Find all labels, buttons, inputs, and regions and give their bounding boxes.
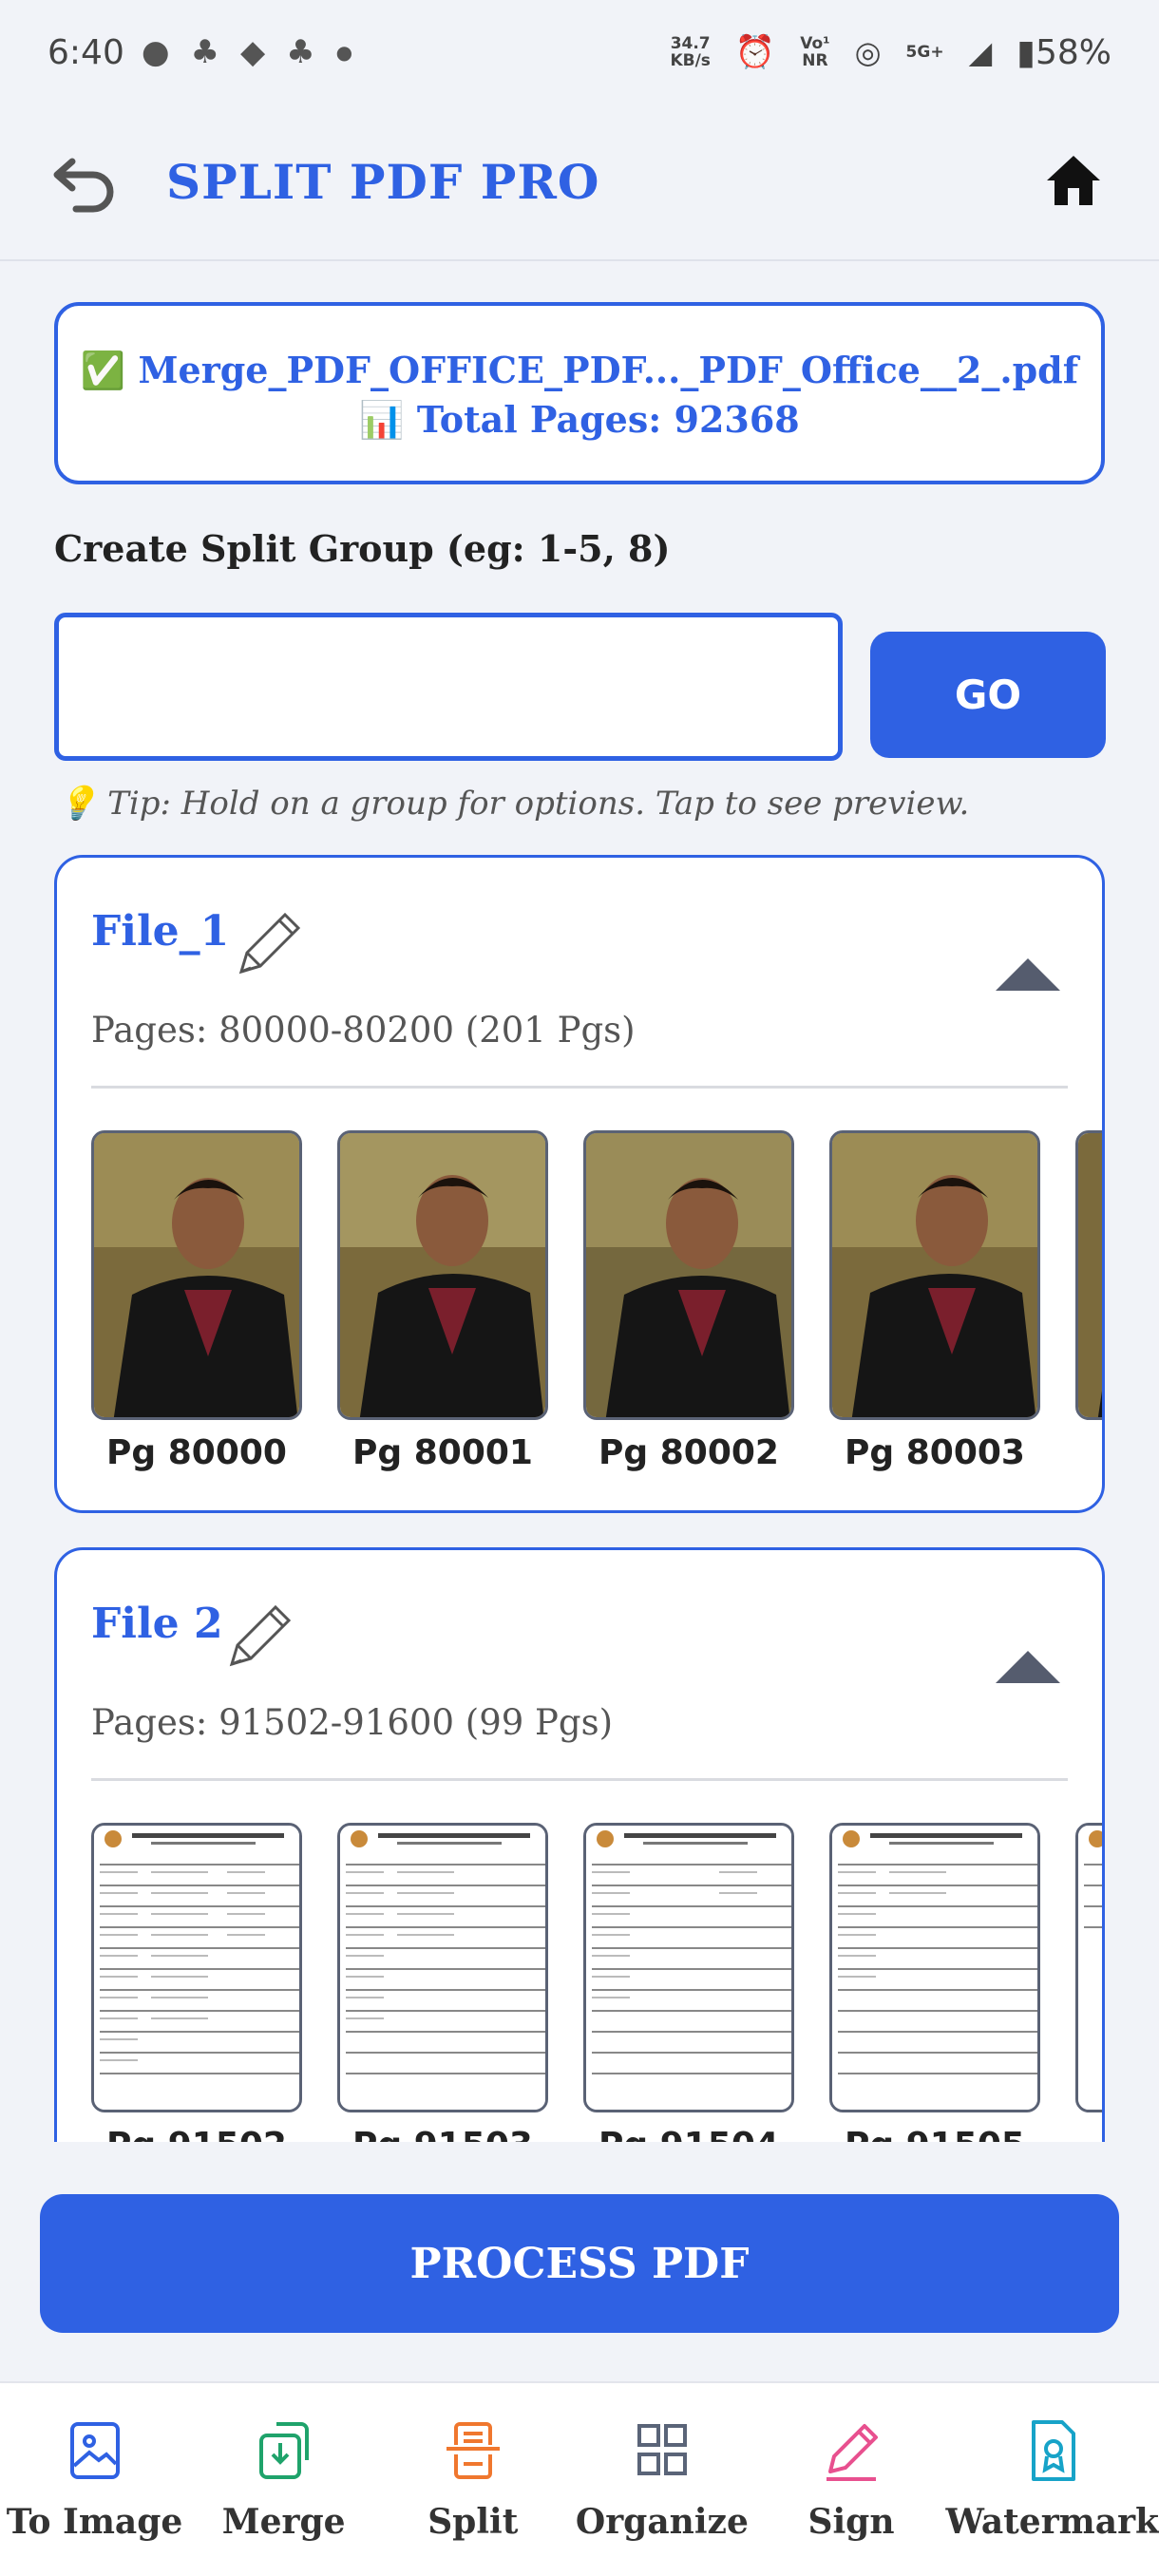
photo-thumbnail bbox=[1075, 1130, 1102, 1420]
status-time: 6:40 bbox=[48, 32, 124, 72]
split-range-input[interactable] bbox=[54, 613, 843, 761]
thumbnail-label: Pg 80003 bbox=[845, 1433, 1025, 1472]
network-type: 5G+ bbox=[905, 43, 944, 62]
document-thumbnail bbox=[829, 1823, 1040, 2112]
file-name: ✅ Merge_PDF_OFFICE_PDF..._PDF_Office__2_… bbox=[80, 349, 1079, 391]
watermark-icon bbox=[1031, 2420, 1075, 2481]
page-thumbnail[interactable]: Pg 80001 bbox=[337, 1130, 548, 1472]
collapse-caret-icon[interactable] bbox=[990, 953, 1066, 994]
group-name: File 2 bbox=[91, 1600, 223, 1648]
photo-thumbnail bbox=[337, 1130, 548, 1420]
nav-item-organize[interactable]: Organize bbox=[567, 2383, 756, 2576]
go-button[interactable]: GO bbox=[870, 632, 1106, 758]
nav-label: Split bbox=[428, 2502, 519, 2542]
group-name: File_1 bbox=[91, 907, 230, 956]
pencil-icon[interactable] bbox=[228, 905, 308, 985]
home-icon[interactable] bbox=[1043, 150, 1104, 211]
image-icon bbox=[69, 2422, 120, 2479]
group-pages: Pages: 91502-91600 (99 Pgs) bbox=[91, 1702, 614, 1743]
document-thumbnail bbox=[1075, 1823, 1102, 2112]
chat-icon: ◆ bbox=[240, 33, 266, 71]
network-speed: 34.7 KB/s bbox=[670, 35, 710, 69]
photo-thumbnail bbox=[829, 1130, 1040, 1420]
page-thumbnail[interactable]: Pg 91503 bbox=[337, 1823, 548, 2165]
thumbnail-label: Pg 80000 bbox=[106, 1433, 287, 1472]
alarm-icon: ⏰ bbox=[734, 33, 776, 71]
speed-value: 34.7 bbox=[670, 34, 711, 53]
split-group-label: Create Split Group (eg: 1-5, 8) bbox=[54, 527, 671, 570]
page-thumbnail-partial[interactable] bbox=[1075, 1130, 1102, 1472]
collapse-caret-icon[interactable] bbox=[990, 1645, 1066, 1687]
divider bbox=[91, 1778, 1068, 1781]
dot-icon: ● bbox=[335, 41, 353, 64]
speed-unit: KB/s bbox=[670, 51, 711, 70]
status-bar: 6:40 ● ♣ ◆ ♣ ● 34.7 KB/s ⏰ Vo¹ NR ◎ 5G+ ◢ … bbox=[0, 0, 1159, 104]
nav-label: Merge bbox=[221, 2502, 346, 2542]
nav-item-to-image[interactable]: To Image bbox=[0, 2383, 189, 2576]
page-thumbnail[interactable]: Pg 80000 bbox=[91, 1130, 302, 1472]
document-thumbnail bbox=[583, 1823, 794, 2112]
page-thumbnail-partial[interactable] bbox=[1075, 1823, 1102, 2165]
grid-icon bbox=[636, 2424, 687, 2475]
nav-label: Organize bbox=[575, 2502, 749, 2542]
bottom-navigation: To Image Merge Split Organize Sign Water… bbox=[0, 2381, 1159, 2576]
volte-bottom: NR bbox=[802, 51, 828, 70]
signal-icon: ◢ bbox=[968, 34, 993, 70]
photo-thumbnail bbox=[91, 1130, 302, 1420]
tip-text: 💡 Tip: Hold on a group for options. Tap … bbox=[57, 785, 970, 823]
app-bar: SPLIT PDF PRO bbox=[0, 104, 1159, 261]
snapchat-icon-2: ♣ bbox=[286, 33, 315, 71]
app-title: SPLIT PDF PRO bbox=[166, 154, 600, 210]
thumbnail-label: Pg 80001 bbox=[352, 1433, 533, 1472]
split-group-card[interactable]: File_1 Pages: 80000-80200 (201 Pgs) Pg 8… bbox=[54, 855, 1105, 1513]
total-pages: 📊 Total Pages: 92368 bbox=[359, 398, 800, 441]
nav-label: Sign bbox=[808, 2502, 895, 2542]
divider bbox=[91, 1086, 1068, 1089]
nav-item-split[interactable]: Split bbox=[378, 2383, 567, 2576]
battery-indicator: ▮58% bbox=[1016, 32, 1112, 72]
thumbnail-strip[interactable]: Pg 80000 Pg 80001 Pg 80002 Pg 80003 bbox=[91, 1130, 1102, 1472]
merge-icon bbox=[258, 2422, 309, 2479]
document-thumbnail bbox=[91, 1823, 302, 2112]
thumbnail-label: Pg 80002 bbox=[598, 1433, 779, 1472]
nav-label: To Image bbox=[6, 2502, 183, 2542]
split-icon bbox=[446, 2422, 500, 2479]
page-thumbnail[interactable]: Pg 80002 bbox=[583, 1130, 794, 1472]
document-thumbnail bbox=[337, 1823, 548, 2112]
file-info-box: ✅ Merge_PDF_OFFICE_PDF..._PDF_Office__2_… bbox=[54, 302, 1105, 484]
back-arrow-icon[interactable] bbox=[49, 152, 118, 213]
photo-thumbnail bbox=[583, 1130, 794, 1420]
nav-item-merge[interactable]: Merge bbox=[189, 2383, 378, 2576]
nav-item-watermark[interactable]: Watermark bbox=[946, 2383, 1159, 2576]
page-thumbnail[interactable]: Pg 91505 bbox=[829, 1823, 1040, 2165]
snapchat-icon: ♣ bbox=[190, 33, 219, 71]
facebook-icon: ● bbox=[141, 33, 170, 71]
nav-item-sign[interactable]: Sign bbox=[756, 2383, 945, 2576]
volte-top: Vo¹ bbox=[800, 34, 830, 53]
hotspot-icon: ◎ bbox=[854, 34, 882, 70]
group-pages: Pages: 80000-80200 (201 Pgs) bbox=[91, 1010, 636, 1051]
page-thumbnail[interactable]: Pg 91502 bbox=[91, 1823, 302, 2165]
page-thumbnail[interactable]: Pg 80003 bbox=[829, 1130, 1040, 1472]
process-pdf-button[interactable]: PROCESS PDF bbox=[40, 2194, 1119, 2333]
battery-level: 58% bbox=[1035, 32, 1112, 72]
page-thumbnail[interactable]: Pg 91504 bbox=[583, 1823, 794, 2165]
pen-icon bbox=[826, 2424, 878, 2481]
nav-label: Watermark bbox=[945, 2502, 1159, 2542]
volte-indicator: Vo¹ NR bbox=[800, 35, 829, 69]
thumbnail-strip[interactable]: Pg 91502 Pg 91503 Pg 91504 Pg 91505 bbox=[91, 1823, 1102, 2165]
split-group-card[interactable]: File 2 Pages: 91502-91600 (99 Pgs) Pg 91… bbox=[54, 1547, 1105, 2212]
pencil-icon[interactable] bbox=[218, 1598, 298, 1677]
